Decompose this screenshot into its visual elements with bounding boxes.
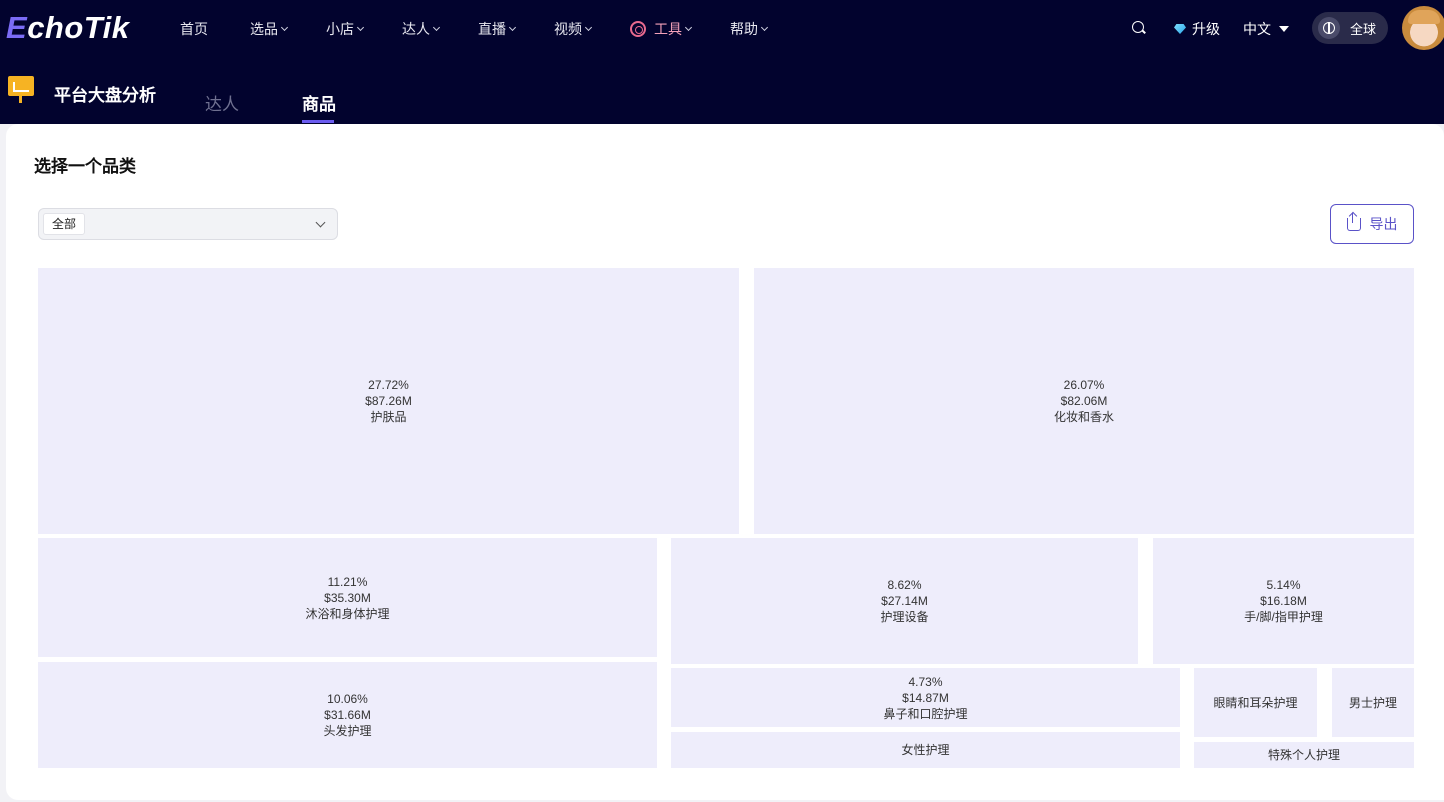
tile-value: $31.66M [324, 708, 371, 722]
tile-name: 头发护理 [323, 724, 372, 738]
tile-value: $87.26M [365, 394, 412, 408]
export-button[interactable]: 导出 [1330, 204, 1414, 244]
export-icon [1346, 212, 1361, 231]
tile-value: $27.14M [881, 594, 928, 608]
tile-percent: 5.14% [1266, 578, 1301, 592]
chevron-down-icon [280, 23, 289, 31]
globe-icon [1318, 17, 1340, 39]
tile-percent: 26.07% [1063, 378, 1105, 392]
echotik-logo[interactable]: EchoTik [6, 10, 130, 46]
page-title: 平台大盘分析 [54, 86, 156, 105]
tile-name: 化妆和香水 [1053, 410, 1114, 424]
tile-value: $35.30M [324, 590, 371, 605]
language-label: 中文 [1243, 21, 1271, 37]
top-header: EchoTik 首页 选品 小店 达人 直播 视频 工具 帮助 升级 中文 全球… [0, 0, 1444, 124]
tab-creator[interactable]: 达人 [205, 90, 239, 114]
nav-label: 帮助 [730, 21, 758, 37]
nav-label: 小店 [326, 21, 354, 37]
treemap-tile-special-personal-care[interactable]: 特殊个人护理 [1194, 742, 1414, 768]
nav-home-label: 首页 [180, 21, 208, 37]
tile-percent: 8.62% [887, 578, 922, 592]
tile-name: 男士护理 [1348, 695, 1397, 710]
ai-spiral-icon [630, 21, 646, 37]
tile-percent: 4.73% [908, 674, 943, 689]
diamond-icon [1174, 24, 1186, 34]
export-label: 导出 [1369, 216, 1398, 232]
region-selector[interactable]: 全球 [1312, 12, 1388, 44]
selected-category-tag: 全部 [43, 213, 86, 235]
tab-product[interactable]: 商品 [302, 90, 336, 114]
region-label: 全球 [1350, 21, 1377, 37]
treemap-tile-mens-care[interactable]: 男士护理 [1332, 668, 1414, 737]
treemap-tile-skincare[interactable]: 27.72% $87.26M 护肤品 [38, 268, 739, 534]
nav-label: 工具 [654, 21, 682, 37]
tile-name: 沐浴和身体护理 [305, 606, 390, 621]
chart-board-icon [6, 74, 36, 104]
avatar[interactable] [1402, 6, 1444, 50]
tile-name: 手/脚/指甲护理 [1244, 610, 1323, 624]
active-tab-indicator [302, 120, 334, 123]
treemap-tile-nose-mouth[interactable]: 4.73% $14.87M 鼻子和口腔护理 [671, 668, 1180, 727]
caret-down-icon [1279, 26, 1289, 32]
category-select[interactable]: 全部 [38, 208, 338, 240]
chevron-down-icon [356, 23, 365, 31]
nav-creator[interactable]: 达人 [402, 19, 441, 39]
treemap-tile-makeup[interactable]: 26.07% $82.06M 化妆和香水 [754, 268, 1414, 534]
nav-label: 达人 [402, 21, 430, 37]
tile-value: $14.87M [902, 690, 949, 705]
nav-label: 视频 [554, 21, 582, 37]
treemap-tile-hair-care[interactable]: 10.06% $31.66M 头发护理 [38, 662, 657, 768]
tile-name: 护理设备 [880, 610, 929, 624]
chevron-down-icon [760, 23, 769, 31]
nav-live[interactable]: 直播 [478, 19, 517, 39]
tile-name: 鼻子和口腔护理 [883, 706, 968, 721]
tile-value: $82.06M [1060, 394, 1108, 408]
nav-label: 选品 [250, 21, 278, 37]
section-title: 选择一个品类 [34, 157, 136, 176]
chevron-down-icon [432, 23, 441, 31]
chevron-down-icon [584, 23, 593, 31]
language-selector[interactable]: 中文 [1243, 19, 1289, 39]
upgrade-button[interactable]: 升级 [1174, 19, 1220, 39]
treemap-tile-care-devices[interactable]: 8.62% $27.14M 护理设备 [671, 538, 1138, 664]
nav-home[interactable]: 首页 [180, 19, 208, 39]
tile-name: 特殊个人护理 [1267, 748, 1340, 762]
nav-product-selection[interactable]: 选品 [250, 19, 289, 39]
tile-name: 眼睛和耳朵护理 [1213, 695, 1298, 710]
treemap-tile-bath-body[interactable]: 11.21% $35.30M 沐浴和身体护理 [38, 538, 657, 657]
nav-label: 直播 [478, 21, 506, 37]
treemap-tile-hand-foot-nail[interactable]: 5.14% $16.18M 手/脚/指甲护理 [1153, 538, 1414, 664]
tile-value: $16.18M [1260, 594, 1307, 608]
chevron-down-icon [684, 23, 693, 31]
chevron-down-icon [508, 23, 517, 31]
treemap-tile-eye-ear[interactable]: 眼睛和耳朵护理 [1194, 668, 1317, 737]
search-icon[interactable] [1132, 21, 1144, 33]
tile-percent: 11.21% [327, 574, 368, 589]
tile-name: 女性护理 [901, 743, 950, 757]
chevron-down-icon [315, 217, 326, 228]
tile-percent: 27.72% [368, 378, 409, 392]
nav-shop[interactable]: 小店 [326, 19, 365, 39]
nav-video[interactable]: 视频 [554, 19, 593, 39]
treemap-tile-feminine-care[interactable]: 女性护理 [671, 732, 1180, 768]
tile-percent: 10.06% [327, 692, 368, 706]
nav-help[interactable]: 帮助 [730, 19, 769, 39]
nav-tools[interactable]: 工具 [630, 19, 693, 39]
tile-name: 护肤品 [370, 410, 407, 424]
upgrade-label: 升级 [1192, 21, 1220, 37]
